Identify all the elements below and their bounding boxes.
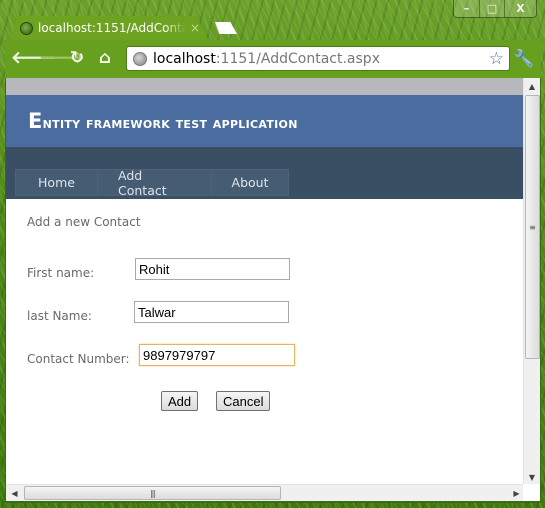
contact-number-label: Contact Number:: [27, 352, 130, 366]
url-host: localhost: [153, 50, 216, 67]
url-path: :1151/AddContact.aspx: [215, 50, 380, 67]
contact-number-input[interactable]: [139, 344, 295, 366]
nav-item-about[interactable]: About: [212, 170, 288, 195]
horizontal-scroll-thumb[interactable]: |||: [24, 486, 281, 500]
nav-item-add-contact[interactable]: Add Contact: [98, 168, 212, 198]
cancel-button[interactable]: Cancel: [216, 391, 271, 411]
web-page: Entity framework test application Home A…: [6, 78, 525, 486]
window-controls: – □ X: [453, 0, 537, 18]
browser-tab[interactable]: localhost:1151/AddContact ×: [12, 16, 208, 40]
last-name-input[interactable]: [134, 301, 289, 323]
first-name-row: First name:: [27, 258, 504, 301]
globe-icon: [20, 21, 33, 35]
back-arrow-icon[interactable]: 🡐: [11, 48, 57, 68]
forward-arrow-icon[interactable]: 🡒: [39, 48, 85, 68]
last-name-row: last Name:: [27, 301, 504, 344]
page-globe-icon: [133, 51, 147, 66]
maximize-button[interactable]: □: [479, 0, 504, 17]
reload-icon[interactable]: ↻: [67, 48, 87, 68]
page-top-strip: [6, 78, 525, 95]
form-buttons: Add Cancel: [27, 391, 504, 421]
add-button[interactable]: Add: [161, 391, 199, 411]
tab-title: localhost:1151/AddContact: [38, 21, 186, 35]
tab-close-icon[interactable]: ×: [190, 21, 200, 35]
horizontal-scrollbar[interactable]: ◀ ||| ▶: [6, 484, 525, 501]
scroll-left-icon[interactable]: ◀: [6, 485, 23, 501]
vertical-scrollbar[interactable]: ▲ ≡ ▼: [523, 78, 540, 486]
contact-number-row: Contact Number:: [27, 344, 504, 387]
scroll-up-icon[interactable]: ▲: [524, 78, 540, 95]
nav-item-home[interactable]: Home: [16, 170, 98, 195]
vertical-scroll-thumb[interactable]: ≡: [525, 95, 540, 359]
minimize-button[interactable]: –: [454, 0, 479, 17]
site-navbar: Home Add Contact About: [6, 147, 525, 199]
site-header: Entity framework test application: [6, 95, 525, 147]
last-name-label: last Name:: [27, 309, 92, 323]
home-icon[interactable]: ⌂: [95, 48, 115, 68]
browser-viewport: Entity framework test application Home A…: [5, 78, 541, 503]
first-name-input[interactable]: [135, 258, 290, 280]
wrench-icon[interactable]: 🔧: [513, 48, 535, 70]
main-content: Add a new Contact First name: last Name:…: [6, 199, 525, 437]
close-window-button[interactable]: X: [504, 0, 536, 17]
nav-menu: Home Add Contact About: [15, 168, 289, 198]
scrollbar-corner: [523, 484, 540, 501]
site-title: Entity framework test application: [28, 109, 298, 133]
form-heading: Add a new Contact: [27, 215, 141, 229]
bookmark-star-icon[interactable]: ☆: [489, 49, 504, 69]
browser-toolbar: 🡐 🡒 ↻ ⌂ localhost :1151/AddContact.aspx …: [5, 40, 541, 78]
first-name-label: First name:: [27, 266, 95, 280]
address-bar[interactable]: localhost :1151/AddContact.aspx ☆: [126, 46, 510, 71]
